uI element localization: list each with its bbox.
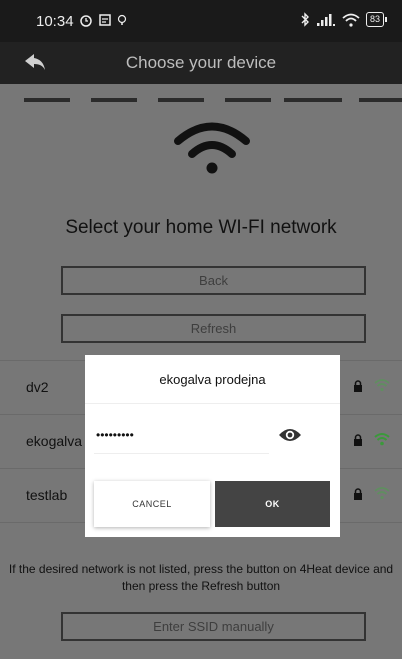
network-ssid: testlab [26, 487, 68, 503]
dialog-title: ekogalva prodejna [159, 372, 266, 387]
bluetooth-icon [301, 12, 309, 27]
step-segment [91, 98, 137, 102]
step-segment [359, 98, 402, 102]
wifi-signal-strong-icon [374, 433, 390, 446]
refresh-button[interactable]: Refresh [61, 314, 366, 343]
ok-button[interactable]: OK [215, 481, 330, 527]
wifi-status-icon [342, 13, 360, 27]
hint-text: If the desired network is not listed, pr… [8, 562, 394, 593]
network-ssid: ekogalva [26, 433, 83, 449]
lock-icon [354, 488, 362, 500]
password-dialog: ekogalva prodejna CANCEL OK [85, 355, 340, 537]
lock-icon [354, 434, 362, 446]
message-icon [99, 14, 111, 26]
step-segment [158, 98, 204, 102]
app-bar: Choose your device [0, 42, 402, 84]
show-password-eye-icon[interactable] [278, 427, 302, 443]
wifi-signal-weak-icon [374, 379, 390, 392]
network-ssid: dv2 [26, 379, 49, 395]
cell-signal-icon [316, 13, 335, 26]
password-field[interactable] [94, 417, 269, 453]
page-title: Choose your device [125, 53, 277, 72]
enter-ssid-button[interactable]: Enter SSID manually [61, 612, 366, 641]
dialog-divider [85, 403, 340, 404]
wifi-icon [174, 122, 250, 174]
lock-icon [354, 380, 362, 392]
headline: Select your home WI-FI network [65, 217, 337, 238]
step-segment [225, 98, 271, 102]
wifi-signal-weak-icon [374, 487, 390, 500]
status-bar: 10:34 83 [0, 0, 402, 42]
status-left-icons [79, 13, 127, 27]
back-button[interactable]: Back [61, 266, 366, 295]
status-right-icons: 83 [300, 12, 388, 27]
battery-icon: 83 [365, 12, 388, 27]
notification-icon [117, 14, 127, 25]
alarm-icon [80, 15, 92, 27]
status-time: 10:34 [36, 13, 74, 30]
step-indicator [0, 98, 402, 102]
step-segment [284, 98, 342, 102]
step-segment [24, 98, 70, 102]
cancel-button[interactable]: CANCEL [94, 481, 210, 527]
